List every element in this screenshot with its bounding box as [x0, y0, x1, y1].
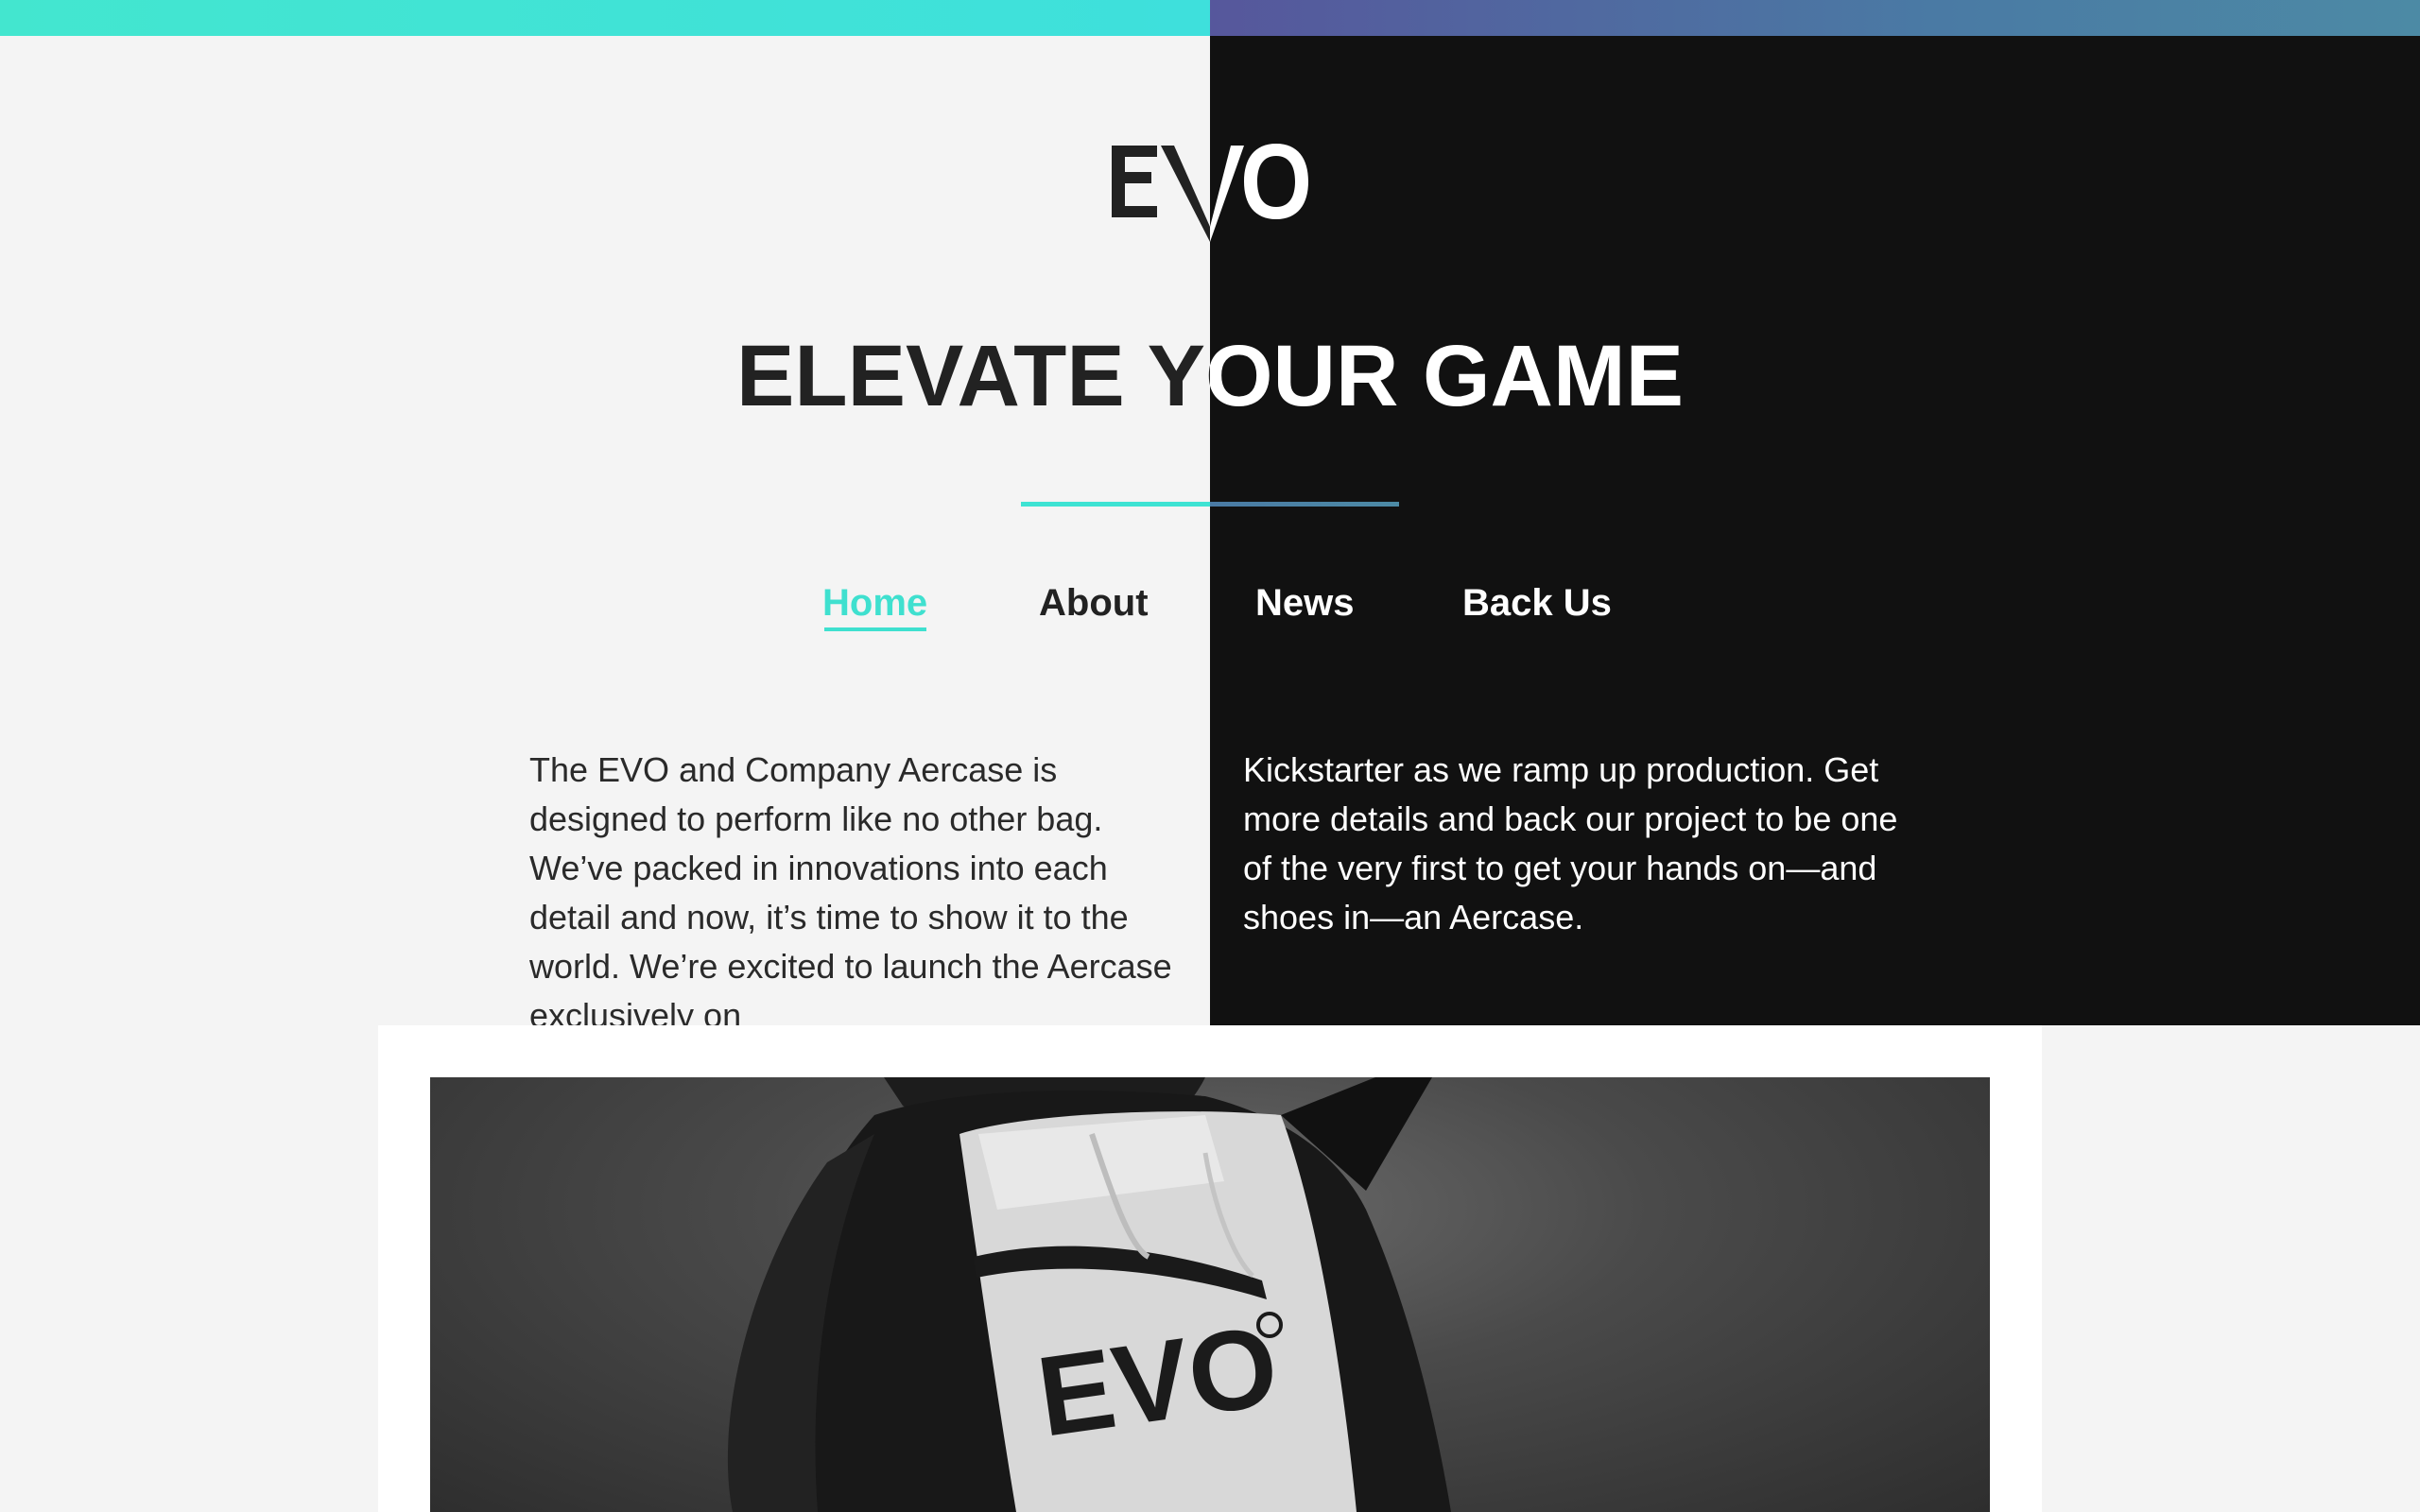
intro-text-left: The EVO and Company Aercase is designed … [529, 750, 1172, 1035]
nav-news-link[interactable]: News [1255, 578, 1355, 627]
backpack-illustration: EVO [727, 1077, 1451, 1512]
evo-logo[interactable] [1106, 140, 1314, 244]
photo-frame: EVO [378, 1025, 2042, 1512]
nav-active-underline [824, 627, 926, 631]
top-accent-bar-teal [0, 0, 1210, 36]
page: ELEVATE YOUR GAME ELEVATE YOUR GAME Home… [0, 0, 2420, 1512]
nav-home-link[interactable]: Home [822, 578, 927, 627]
nav-back-us-link[interactable]: Back Us [1462, 578, 1612, 627]
product-photo: EVO [430, 1077, 1990, 1512]
intro-text-right: Kickstarter as we ramp up production. Ge… [1243, 750, 1898, 936]
nav-about-link[interactable]: About [1039, 578, 1149, 627]
top-accent-bar-blue [1210, 0, 2420, 36]
headline-divider [1021, 502, 1399, 507]
